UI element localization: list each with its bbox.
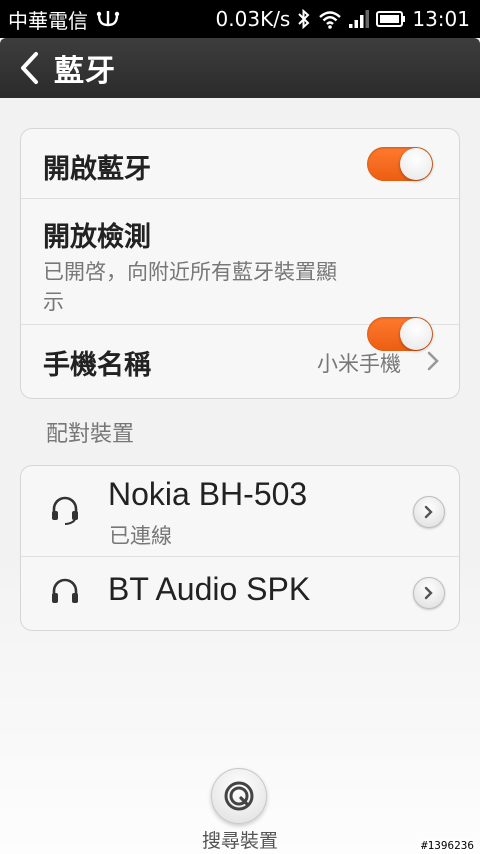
device-name-value: 小米手機 [317,352,401,376]
device-name-label: 手機名稱 [43,350,151,381]
chevron-left-icon [21,52,38,84]
enable-bluetooth-label: 開啟藍牙 [43,154,151,185]
chevron-right-icon [427,351,439,371]
device-status: 已連線 [109,524,172,548]
discoverable-row[interactable]: 開放檢測 已開啓，向附近所有藍牙裝置顯示 [21,199,459,351]
clock: 13:01 [412,7,470,31]
signal-icon [348,9,370,29]
toggle-knob [400,148,432,180]
chevron-right-icon [424,505,433,519]
status-bar: 中華電信 0.03K/s 13:01 [0,0,480,38]
search-devices-icon [224,781,254,811]
network-speed: 0.03K/s [215,7,291,31]
usb-debug-icon [96,9,120,29]
chevron-right-icon [424,586,433,600]
app-header: 藍牙 [0,38,480,98]
paired-device-row[interactable]: Nokia BH-503 已連線 [21,466,459,557]
battery-icon [376,9,406,29]
back-button[interactable] [4,38,54,98]
device-details-button[interactable] [413,577,445,609]
headset-icon [52,496,78,525]
device-name: BT Audio SPK [108,571,311,607]
search-devices-button[interactable] [211,768,267,824]
wifi-icon [318,9,342,29]
paired-device-row[interactable]: BT Audio SPK [21,557,459,630]
bluetooth-settings-card: 開啟藍牙 開放檢測 已開啓，向附近所有藍牙裝置顯示 手機名稱 小米手機 [20,128,460,399]
enable-bluetooth-row[interactable]: 開啟藍牙 [21,129,459,199]
watermark: #1396236 [419,839,476,852]
headphones-icon [52,578,78,603]
search-devices-label: 搜尋裝置 [201,830,278,852]
bluetooth-toggle[interactable] [367,147,433,181]
device-details-button[interactable] [413,496,445,528]
settings-content: 開啟藍牙 開放檢測 已開啓，向附近所有藍牙裝置顯示 手機名稱 小米手機 配對裝置… [0,98,480,854]
discoverable-label: 開放檢測 [43,222,151,253]
device-name-row[interactable]: 手機名稱 小米手機 [21,325,459,398]
paired-devices-heading: 配對裝置 [46,422,135,447]
page-title: 藍牙 [54,54,116,89]
paired-devices-card: Nokia BH-503 已連線 BT Audio SPK [20,465,460,631]
discoverable-description: 已開啓，向附近所有藍牙裝置顯示 [43,260,337,314]
carrier-label: 中華電信 [8,8,88,33]
device-name: Nokia BH-503 [108,476,308,512]
bluetooth-icon [296,9,312,29]
